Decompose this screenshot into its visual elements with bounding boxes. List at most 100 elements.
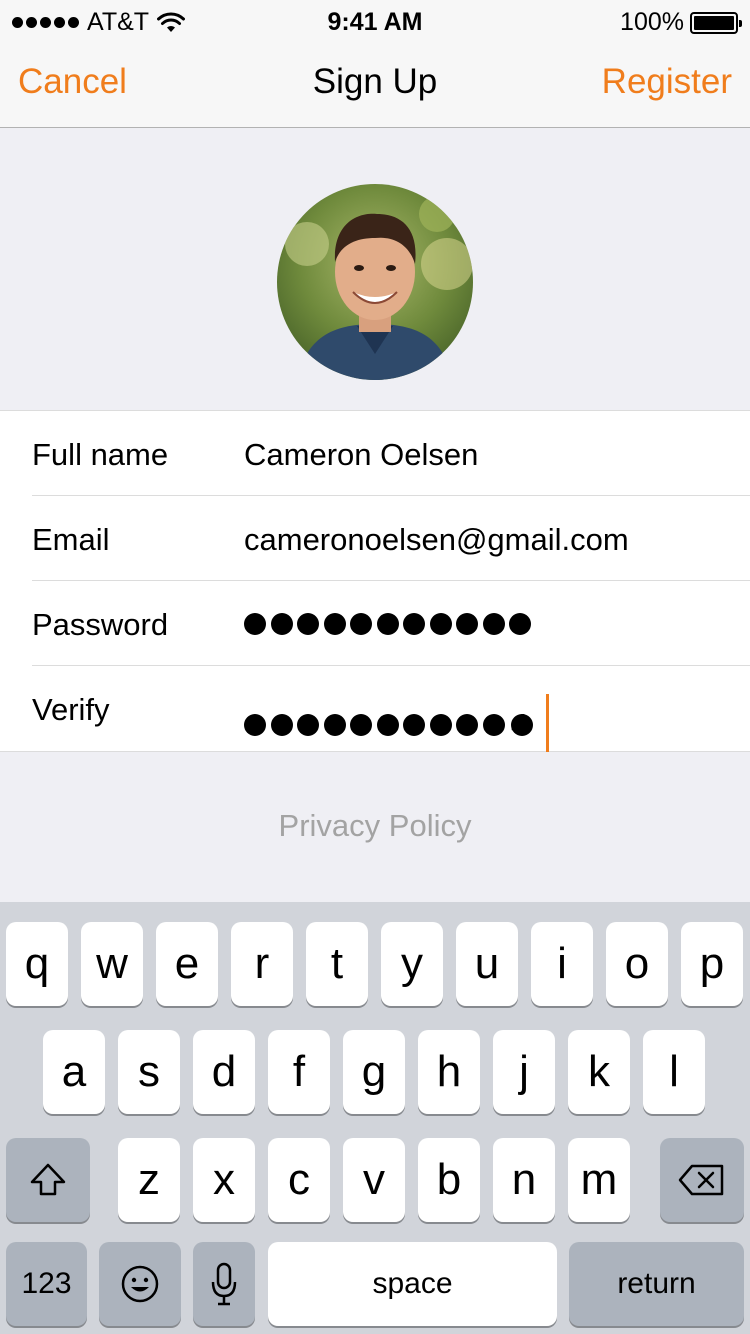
key-q[interactable]: q (6, 922, 68, 1006)
key-u[interactable]: u (456, 922, 518, 1006)
key-label: x (213, 1155, 235, 1204)
privacy-policy-link[interactable]: Privacy Policy (0, 808, 750, 844)
key-label: d (211, 1047, 237, 1096)
status-bar: AT&T 9:41 AM 100% (0, 0, 750, 40)
full-name-row[interactable]: Full name Cameron Oelsen (32, 411, 750, 496)
key-label: i (557, 939, 567, 988)
key-a[interactable]: a (43, 1030, 105, 1114)
full-name-label: Full name (32, 437, 169, 472)
email-field[interactable]: cameronoelsen@gmail.com (244, 522, 629, 558)
shift-icon (30, 1163, 66, 1196)
password-dot (376, 613, 399, 635)
key-g[interactable]: g (343, 1030, 405, 1114)
last-typed-character: 4 (511, 709, 533, 740)
register-button[interactable]: Register (602, 62, 732, 102)
key-x[interactable]: x (193, 1138, 255, 1222)
password-dot (244, 714, 266, 736)
email-label: Email (32, 522, 110, 557)
battery-percentage: 100% (620, 8, 684, 36)
delete-icon (678, 1164, 724, 1196)
key-b[interactable]: b (418, 1138, 480, 1222)
email-row[interactable]: Email cameronoelsen@gmail.com (32, 496, 750, 581)
key-label: g (361, 1047, 387, 1096)
key-l[interactable]: l (643, 1030, 705, 1114)
battery-icon (690, 11, 742, 34)
password-dot (509, 613, 531, 635)
key-label: a (61, 1047, 87, 1096)
key-label: p (699, 939, 725, 988)
key-h[interactable]: h (418, 1030, 480, 1114)
key-z[interactable]: z (118, 1138, 180, 1222)
key-v[interactable]: v (343, 1138, 405, 1222)
key-label: h (436, 1047, 462, 1096)
key-label: f (292, 1047, 306, 1096)
emoji-icon (121, 1265, 159, 1303)
password-dot (429, 613, 452, 635)
key-label: c (288, 1155, 310, 1204)
key-p[interactable]: p (681, 922, 743, 1006)
password-row[interactable]: Password (32, 581, 750, 666)
full-name-field[interactable]: Cameron Oelsen (244, 437, 478, 473)
text-cursor (545, 694, 549, 752)
dictation-key[interactable] (193, 1242, 255, 1326)
password-dot (297, 613, 319, 635)
verify-password-field[interactable]: 4 (244, 694, 549, 752)
numbers-key-label: 123 (21, 1267, 72, 1300)
key-label: w (96, 939, 128, 988)
password-dot (456, 714, 478, 736)
keyboard: 123 space return qwe r t y u i op a s d f gh j k l z x c v… (0, 902, 750, 1334)
password-dot (482, 714, 505, 736)
key-label: j (519, 1047, 529, 1096)
delete-key[interactable] (660, 1138, 744, 1222)
emoji-key[interactable] (99, 1242, 181, 1326)
key-i[interactable]: i (531, 922, 593, 1006)
key-label: k (588, 1047, 610, 1096)
key-y[interactable]: y (381, 922, 443, 1006)
password-dot (270, 613, 293, 635)
password-label: Password (32, 607, 169, 642)
password-dot (350, 714, 372, 736)
key-label: y (401, 939, 423, 988)
password-field[interactable] (244, 613, 531, 635)
key-label: u (474, 939, 500, 988)
key-d[interactable]: d (193, 1030, 255, 1114)
password-dot (350, 613, 372, 635)
space-key-label: space (372, 1267, 453, 1300)
key-label: l (669, 1047, 679, 1096)
key-r[interactable]: r (231, 922, 293, 1006)
key-s[interactable]: s (118, 1030, 180, 1114)
avatar-photo (277, 184, 473, 380)
key-f[interactable]: f (268, 1030, 330, 1114)
key-label: v (363, 1155, 385, 1204)
key-k[interactable]: k (568, 1030, 630, 1114)
key-o[interactable]: o (606, 922, 668, 1006)
verify-label: Verify (32, 692, 110, 727)
shift-key[interactable] (6, 1138, 90, 1222)
key-c[interactable]: c (268, 1138, 330, 1222)
key-label: e (174, 939, 200, 988)
space-key[interactable]: space (268, 1242, 557, 1326)
status-right: 100% (620, 8, 742, 37)
avatar[interactable] (277, 184, 473, 380)
key-label: o (624, 939, 650, 988)
key-label: r (254, 939, 270, 988)
password-dot (403, 613, 425, 635)
key-w[interactable]: w (81, 922, 143, 1006)
signup-form: Full name Cameron Oelsen Email cameronoe… (0, 410, 750, 752)
verify-row[interactable]: Verify 4 (32, 666, 750, 752)
key-e[interactable]: e (156, 922, 218, 1006)
password-dot (270, 714, 293, 736)
password-dot (323, 714, 346, 736)
key-label: m (580, 1155, 618, 1204)
key-m[interactable]: m (568, 1138, 630, 1222)
password-dot (429, 714, 452, 736)
return-key[interactable]: return (569, 1242, 744, 1326)
password-dot (244, 613, 266, 635)
key-t[interactable]: t (306, 922, 368, 1006)
key-j[interactable]: j (493, 1030, 555, 1114)
key-label: n (511, 1155, 537, 1204)
microphone-icon (211, 1262, 237, 1306)
key-n[interactable]: n (493, 1138, 555, 1222)
password-dot (403, 714, 425, 736)
numbers-key[interactable]: 123 (6, 1242, 87, 1326)
